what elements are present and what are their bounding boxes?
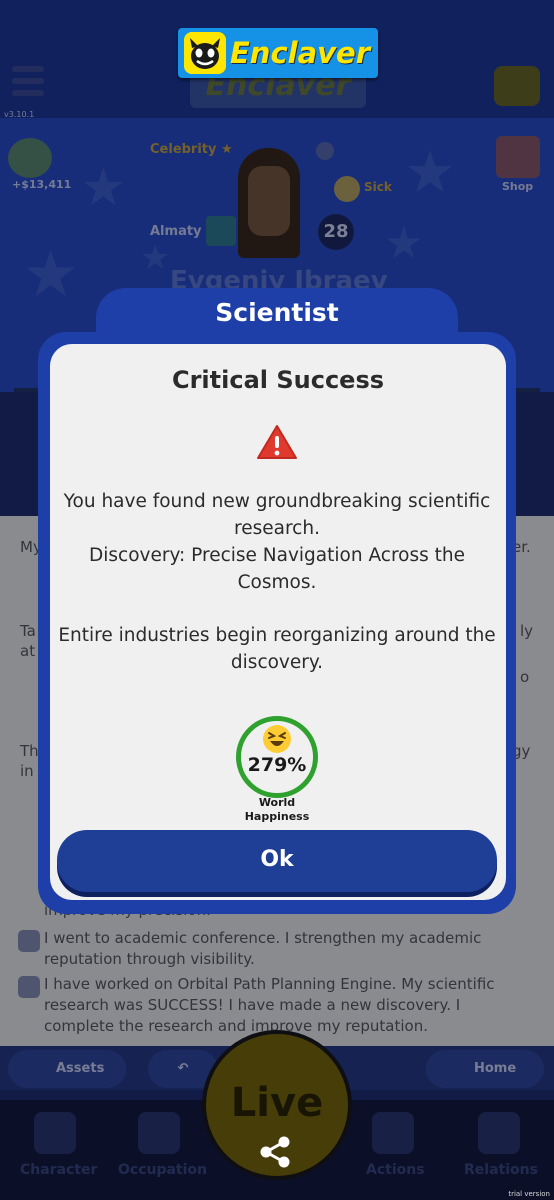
happiness-label: World Happiness <box>244 796 310 823</box>
enclaver-logo: Enclaver <box>178 28 378 78</box>
dialog-note: Entire industries begin reorganizing aro… <box>58 625 496 673</box>
devil-face-icon <box>184 32 226 74</box>
happiness-value: 279% <box>247 754 307 776</box>
ok-button[interactable]: Ok <box>57 830 497 892</box>
dialog-message: You have found new groundbreaking scient… <box>56 488 498 596</box>
message-line: Discovery: Precise Navigation Across the… <box>89 545 465 593</box>
logo-text: Enclaver <box>230 36 371 70</box>
trial-label: trial version <box>508 1190 550 1198</box>
dialog-title: Critical Success <box>171 366 385 394</box>
warning-icon <box>257 425 297 459</box>
message-line: You have found new groundbreaking scient… <box>63 491 491 539</box>
dialog-header: Scientist <box>215 298 339 327</box>
laughing-face-icon <box>263 725 291 753</box>
share-icon[interactable] <box>256 1132 296 1172</box>
